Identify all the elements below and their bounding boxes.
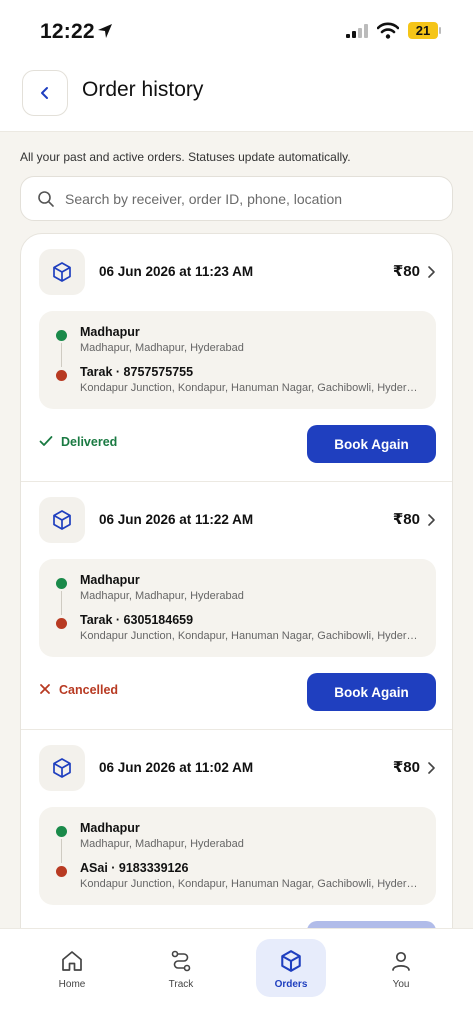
order-price: ₹80 <box>392 759 420 776</box>
package-icon <box>39 497 85 543</box>
pickup-address: Madhapur, Madhapur, Hyderabad <box>80 342 244 354</box>
status-delivered: Delivered <box>39 435 117 450</box>
order-price: ₹80 <box>392 263 420 280</box>
pickup-address: Madhapur, Madhapur, Hyderabad <box>80 838 244 850</box>
pickup-name: Madhapur <box>80 325 140 339</box>
order-datetime: 06 Jun 2026 at 11:02 AM <box>99 760 254 775</box>
status-label: Cancelled <box>59 683 119 697</box>
route-icon <box>169 949 193 978</box>
route-box: Madhapur Madhapur, Madhapur, Hyderabad A… <box>39 807 436 905</box>
back-button[interactable] <box>22 70 68 116</box>
tab-track[interactable]: Track <box>146 939 216 997</box>
route-box: Madhapur Madhapur, Madhapur, Hyderabad T… <box>39 311 436 409</box>
tab-home[interactable]: Home <box>37 939 107 997</box>
chevron-right-icon[interactable] <box>426 513 436 532</box>
battery-cap <box>439 27 441 34</box>
search-bar[interactable] <box>20 176 453 221</box>
bottom-tab-bar: Home Track Orders You <box>0 928 473 1024</box>
home-icon <box>60 949 84 978</box>
order-card[interactable]: 06 Jun 2026 at 11:23 AM ₹80 Madhapur Mad… <box>21 234 452 482</box>
order-datetime: 06 Jun 2026 at 11:23 AM <box>99 264 254 279</box>
page-subtitle: All your past and active orders. Statuse… <box>20 150 351 164</box>
drop-dot <box>56 370 67 381</box>
status-label: Delivered <box>61 435 118 449</box>
route-line <box>61 839 62 863</box>
search-icon <box>37 190 55 213</box>
chevron-left-icon <box>41 87 48 99</box>
page-title: Order history <box>82 78 204 101</box>
pickup-dot <box>56 330 67 341</box>
pickup-name: Madhapur <box>80 573 140 587</box>
drop-address: Kondapur Junction, Kondapur, Hanuman Nag… <box>80 630 420 642</box>
drop-name: ASai · 9183339126 <box>80 861 189 875</box>
status-bar: 12:22 21 <box>0 0 473 62</box>
chevron-right-icon[interactable] <box>426 265 436 284</box>
status-cancelled: Cancelled <box>39 683 118 698</box>
status-time: 12:22 <box>40 20 95 43</box>
drop-address: Kondapur Junction, Kondapur, Hanuman Nag… <box>80 382 420 394</box>
book-again-button[interactable]: Book Again <box>307 673 436 711</box>
package-icon <box>39 745 85 791</box>
tab-label: Home <box>58 979 86 990</box>
drop-name: Tarak · 6305184659 <box>80 613 194 627</box>
check-icon <box>39 435 53 450</box>
tab-label: You <box>392 979 410 990</box>
drop-dot <box>56 618 67 629</box>
pickup-name: Madhapur <box>80 821 140 835</box>
order-price: ₹80 <box>392 511 420 528</box>
tab-label: Track <box>168 979 194 990</box>
drop-dot <box>56 866 67 877</box>
tab-orders[interactable]: Orders <box>256 939 326 997</box>
battery-indicator: 21 <box>408 22 438 39</box>
package-icon <box>279 949 303 978</box>
tab-label: Orders <box>274 979 308 990</box>
chevron-right-icon[interactable] <box>426 761 436 780</box>
pickup-address: Madhapur, Madhapur, Hyderabad <box>80 590 244 602</box>
wifi-icon <box>376 22 400 44</box>
order-datetime: 06 Jun 2026 at 11:22 AM <box>99 512 254 527</box>
cellular-signal-icon <box>346 24 370 43</box>
route-box: Madhapur Madhapur, Madhapur, Hyderabad T… <box>39 559 436 657</box>
tab-you[interactable]: You <box>366 939 436 997</box>
route-line <box>61 591 62 615</box>
package-icon <box>39 249 85 295</box>
search-input[interactable] <box>65 185 445 213</box>
book-again-button[interactable]: Book Again <box>307 425 436 463</box>
close-icon <box>39 683 51 698</box>
header: Order history <box>0 62 473 132</box>
user-icon <box>389 949 413 978</box>
order-card[interactable]: 06 Jun 2026 at 11:22 AM ₹80 Madhapur Mad… <box>21 482 452 730</box>
drop-name: Tarak · 8757575755 <box>80 365 194 379</box>
drop-address: Kondapur Junction, Kondapur, Hanuman Nag… <box>80 878 420 890</box>
pickup-dot <box>56 578 67 589</box>
route-line <box>61 343 62 367</box>
location-arrow-icon <box>97 23 113 44</box>
orders-list: 06 Jun 2026 at 11:23 AM ₹80 Madhapur Mad… <box>20 233 453 993</box>
pickup-dot <box>56 826 67 837</box>
